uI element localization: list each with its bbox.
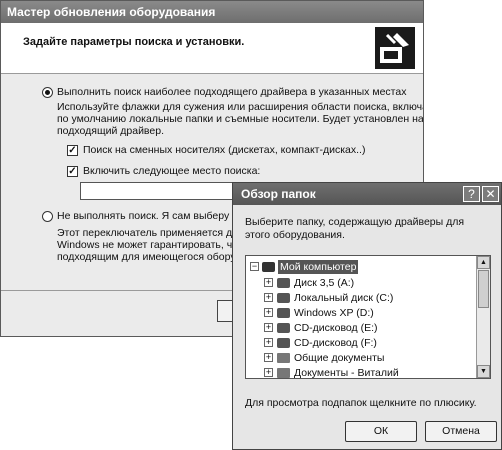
folder-tree[interactable]: − Мой компьютер + Диск 3,5 (A:) + Локаль… bbox=[245, 255, 491, 379]
expand-icon[interactable]: + bbox=[264, 308, 273, 317]
tree-item-shared-documents[interactable]: + Общие документы bbox=[264, 351, 464, 365]
option1-description-line3: подходящий драйвер. bbox=[57, 125, 164, 137]
tree-item-cd-drive-f[interactable]: + CD-дисковод (F:) bbox=[264, 336, 464, 350]
collapse-icon[interactable]: − bbox=[250, 262, 259, 271]
include-location-label[interactable]: Включить следующее место поиска: bbox=[83, 165, 260, 178]
help-button[interactable]: ? bbox=[463, 186, 480, 202]
search-best-driver-label[interactable]: Выполнить поиск наиболее подходящего дра… bbox=[57, 86, 406, 99]
floppy-drive-icon bbox=[277, 278, 290, 288]
tree-item-label: Мой компьютер bbox=[278, 260, 359, 274]
tree-item-label: Локальный диск (C:) bbox=[294, 292, 394, 304]
option2-description-line3: подходящим для имеющегося оборудова bbox=[57, 251, 259, 263]
expand-icon[interactable]: + bbox=[264, 368, 273, 377]
tree-item-label: Windows XP (D:) bbox=[294, 307, 374, 319]
tree-item-floppy-a[interactable]: + Диск 3,5 (A:) bbox=[264, 276, 464, 290]
expand-icon[interactable]: + bbox=[264, 338, 273, 347]
cd-drive-icon bbox=[277, 338, 290, 348]
tree-item-label: Документы - Виталий bbox=[294, 367, 399, 379]
browse-description: Выберите папку, содержащую драйверы для … bbox=[245, 216, 465, 241]
tree-item-label: CD-дисковод (E:) bbox=[294, 322, 378, 334]
search-removable-media-checkbox[interactable]: ✓ bbox=[67, 145, 78, 156]
tree-item-local-disk-c[interactable]: + Локальный диск (C:) bbox=[264, 291, 464, 305]
close-button[interactable]: ✕ bbox=[482, 186, 499, 202]
tree-item-cd-drive-e[interactable]: + CD-дисковод (E:) bbox=[264, 321, 464, 335]
expand-hint-text: Для просмотра подпапок щелкните по плюси… bbox=[245, 397, 477, 409]
search-removable-media-label[interactable]: Поиск на сменных носителях (дискетах, ко… bbox=[83, 144, 365, 157]
cancel-button[interactable]: Отмена bbox=[425, 421, 497, 442]
tree-item-label: Общие документы bbox=[294, 352, 385, 364]
expand-icon[interactable]: + bbox=[264, 278, 273, 287]
scroll-down-arrow-icon[interactable]: ▼ bbox=[477, 365, 490, 378]
hard-drive-icon bbox=[277, 308, 290, 318]
tree-item-windows-xp-d[interactable]: + Windows XP (D:) bbox=[264, 306, 464, 320]
tree-item-documents-vitaly[interactable]: + Документы - Виталий bbox=[264, 366, 464, 379]
wizard-header: Задайте параметры поиска и установки. bbox=[1, 23, 423, 74]
expand-icon[interactable]: + bbox=[264, 353, 273, 362]
hardware-wizard-icon bbox=[375, 27, 415, 69]
expand-icon[interactable]: + bbox=[264, 323, 273, 332]
folder-icon bbox=[277, 368, 290, 378]
include-location-checkbox[interactable]: ✓ bbox=[67, 166, 78, 177]
ok-button[interactable]: ОК bbox=[345, 421, 417, 442]
tree-item-label: Диск 3,5 (A:) bbox=[294, 277, 355, 289]
wizard-title-bar[interactable]: Мастер обновления оборудования bbox=[1, 1, 423, 23]
scrollbar-thumb[interactable] bbox=[478, 270, 489, 308]
browse-dialog-title-bar[interactable]: Обзор папок bbox=[233, 183, 501, 205]
cd-drive-icon bbox=[277, 323, 290, 333]
browse-folders-dialog: Обзор папок ? ✕ Выберите папку, содержащ… bbox=[232, 182, 502, 450]
expand-icon[interactable]: + bbox=[264, 293, 273, 302]
dont-search-radio[interactable] bbox=[42, 211, 53, 222]
scroll-up-arrow-icon[interactable]: ▲ bbox=[477, 256, 490, 269]
browse-dialog-title: Обзор папок bbox=[241, 187, 316, 201]
computer-icon bbox=[262, 262, 275, 272]
tree-vertical-scrollbar[interactable]: ▲ ▼ bbox=[476, 256, 490, 378]
hard-drive-icon bbox=[277, 293, 290, 303]
tree-item-my-computer[interactable]: − Мой компьютер bbox=[250, 260, 470, 274]
folder-icon bbox=[277, 353, 290, 363]
dont-search-label[interactable]: Не выполнять поиск. Я сам выберу нужн bbox=[57, 210, 256, 223]
wizard-header-title: Задайте параметры поиска и установки. bbox=[23, 36, 245, 48]
search-best-driver-radio[interactable] bbox=[42, 87, 53, 98]
tree-item-label: CD-дисковод (F:) bbox=[294, 337, 377, 349]
